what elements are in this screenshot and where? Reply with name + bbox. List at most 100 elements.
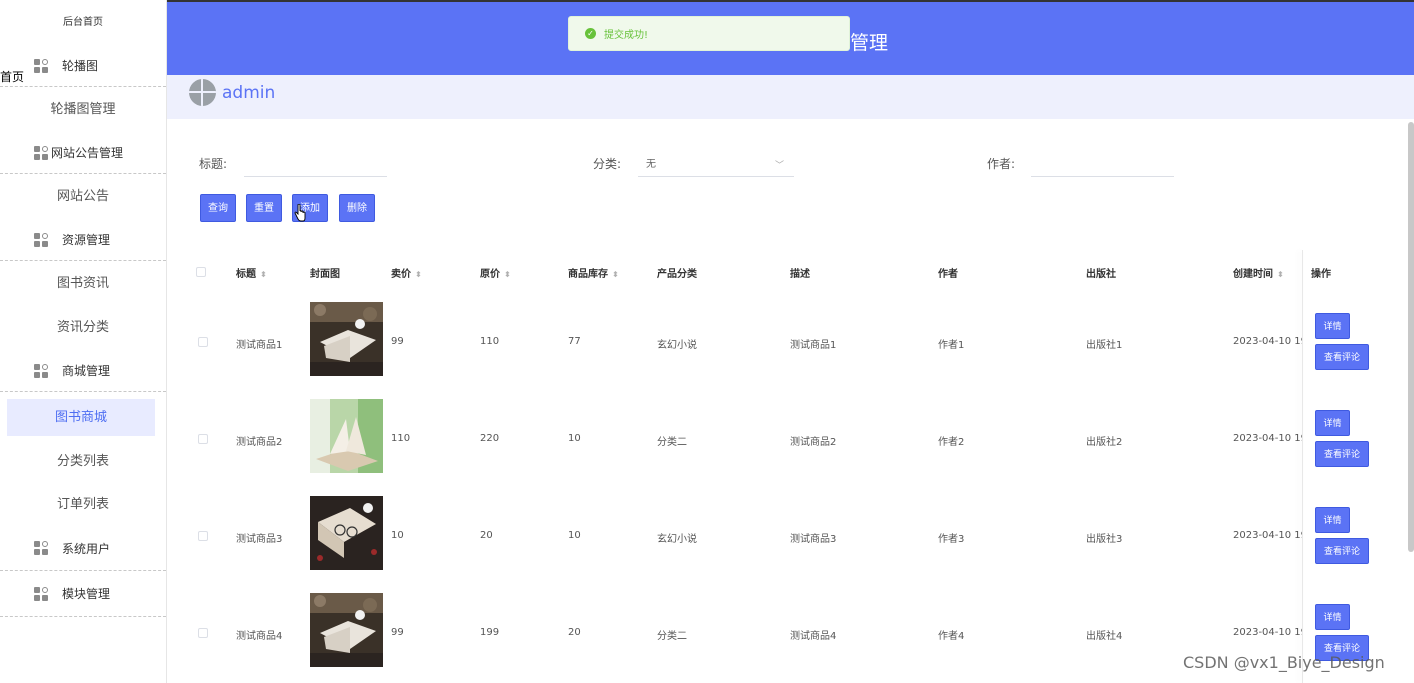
sidebar-item-book-news[interactable]: 图书资讯 <box>0 261 166 306</box>
cover-image[interactable] <box>310 302 383 376</box>
cell-created: 2023-04-10 19: <box>1233 627 1303 638</box>
cell-title: 测试商品4 <box>236 631 283 642</box>
cell-stock: 10 <box>568 530 581 541</box>
sidebar-group-label: 资源管理 <box>62 233 111 247</box>
sort-icon: ⬍ <box>260 270 267 279</box>
sort-icon: ⬍ <box>504 270 511 279</box>
cell-title: 测试商品3 <box>236 534 283 545</box>
row-checkbox[interactable] <box>198 531 208 541</box>
username[interactable]: admin <box>222 83 275 103</box>
select-all-checkbox[interactable] <box>196 267 206 277</box>
cell-created: 2023-04-10 19: <box>1233 433 1303 444</box>
grid-icon <box>34 586 48 601</box>
author-input[interactable] <box>1031 157 1174 177</box>
category-select[interactable]: 无 ﹀ <box>638 157 794 177</box>
grid-icon <box>34 232 48 247</box>
user-bar: admin <box>167 75 1414 119</box>
grid-icon <box>34 541 48 555</box>
cell-publisher: 出版社3 <box>1086 534 1123 545</box>
column-header-category: 产品分类 <box>657 269 697 280</box>
cell-original-price: 110 <box>480 336 500 347</box>
row-checkbox[interactable] <box>198 337 208 347</box>
sidebar-group-users[interactable]: 系统用户 <box>0 526 166 571</box>
avatar[interactable] <box>189 79 216 106</box>
sidebar-group-banner[interactable]: 轮播图 <box>0 45 166 87</box>
sort-icon: ⬍ <box>1277 270 1284 279</box>
cell-created: 2023-04-10 19: <box>1233 530 1303 541</box>
cell-description: 测试商品4 <box>790 631 837 642</box>
sidebar-overflow-text: 首页 <box>0 70 25 84</box>
column-header-publisher: 出版社 <box>1086 269 1116 280</box>
category-label: 分类: <box>593 157 622 171</box>
cell-stock: 10 <box>568 433 581 444</box>
cell-title: 测试商品2 <box>236 437 283 448</box>
cell-original-price: 20 <box>480 530 493 541</box>
view-reviews-button[interactable]: 查看评论 <box>1315 441 1369 467</box>
column-header-price[interactable]: 卖价 ⬍ <box>391 265 422 280</box>
cell-title: 测试商品1 <box>236 340 283 351</box>
sidebar-item-order-list[interactable]: 订单列表 <box>0 484 166 526</box>
sidebar-group-label: 轮播图 <box>62 59 99 73</box>
cover-image[interactable] <box>310 593 383 667</box>
detail-button[interactable]: 详情 <box>1315 604 1350 630</box>
cell-price: 110 <box>391 433 411 444</box>
sort-icon: ⬍ <box>415 270 422 279</box>
view-reviews-button[interactable]: 查看评论 <box>1315 538 1369 564</box>
sidebar-item-news-category[interactable]: 资讯分类 <box>0 306 166 350</box>
cell-created: 2023-04-10 19: <box>1233 336 1303 347</box>
sidebar-home[interactable]: 后台首页 <box>0 0 166 45</box>
detail-button[interactable]: 详情 <box>1315 507 1350 533</box>
cell-original-price: 220 <box>480 433 500 444</box>
cell-price: 99 <box>391 627 404 638</box>
delete-button[interactable]: 删除 <box>339 194 375 222</box>
sidebar-group-notice[interactable]: 网站公告管理 <box>0 132 166 174</box>
query-button[interactable]: 查询 <box>200 194 236 222</box>
detail-button[interactable]: 详情 <box>1315 410 1350 436</box>
cell-author: 作者4 <box>938 631 965 642</box>
sidebar-item-category-list[interactable]: 分类列表 <box>0 439 166 484</box>
sidebar-group-label: 网站公告管理 <box>51 146 124 160</box>
column-header-original-price[interactable]: 原价 ⬍ <box>480 265 511 280</box>
chevron-down-icon: ﹀ <box>774 161 784 171</box>
sidebar-group-modules[interactable]: 模块管理 <box>0 571 166 617</box>
vertical-scrollbar[interactable] <box>1408 122 1414 552</box>
cell-publisher: 出版社2 <box>1086 437 1123 448</box>
sidebar-group-label: 模块管理 <box>62 587 111 601</box>
sidebar-group-label: 商城管理 <box>62 364 111 378</box>
cell-category: 玄幻小说 <box>657 534 697 545</box>
cell-category: 分类二 <box>657 631 687 642</box>
view-reviews-button[interactable]: 查看评论 <box>1315 344 1369 370</box>
sidebar-item-banner[interactable]: 轮播图管理 <box>0 87 166 132</box>
author-label: 作者: <box>987 157 1016 171</box>
row-checkbox[interactable] <box>198 434 208 444</box>
sidebar-item-notice[interactable]: 网站公告 <box>0 174 166 219</box>
cell-category: 分类二 <box>657 437 687 448</box>
cell-description: 测试商品3 <box>790 534 837 545</box>
sidebar-group-label: 系统用户 <box>62 541 111 556</box>
sidebar-group-mall[interactable]: 商城管理 <box>0 350 166 392</box>
column-header-author: 作者 <box>938 269 958 280</box>
cell-stock: 77 <box>568 336 581 347</box>
detail-button[interactable]: 详情 <box>1315 313 1350 339</box>
column-header-description: 描述 <box>790 269 810 280</box>
success-toast: ✓ 提交成功! <box>568 16 850 51</box>
reset-button[interactable]: 重置 <box>246 194 282 222</box>
column-header-cover: 封面图 <box>310 269 340 280</box>
column-header-created[interactable]: 创建时间 ⬍ <box>1233 265 1284 280</box>
column-header-stock[interactable]: 商品库存 ⬍ <box>568 265 619 280</box>
column-header-title[interactable]: 标题 ⬍ <box>236 265 267 280</box>
title-input[interactable] <box>244 157 387 177</box>
category-select-value: 无 <box>646 159 656 170</box>
cell-author: 作者1 <box>938 340 965 351</box>
row-checkbox[interactable] <box>198 628 208 638</box>
cell-stock: 20 <box>568 627 581 638</box>
sidebar-group-resources[interactable]: 资源管理 <box>0 219 166 261</box>
sidebar-item-book-mall[interactable]: 图书商城 <box>7 399 155 436</box>
cell-publisher: 出版社4 <box>1086 631 1123 642</box>
title-label: 标题: <box>199 157 228 171</box>
cell-author: 作者3 <box>938 534 965 545</box>
header-title: 管理 <box>850 32 889 54</box>
cover-image[interactable] <box>310 496 383 570</box>
cover-image[interactable] <box>310 399 383 473</box>
grid-icon <box>34 363 48 378</box>
